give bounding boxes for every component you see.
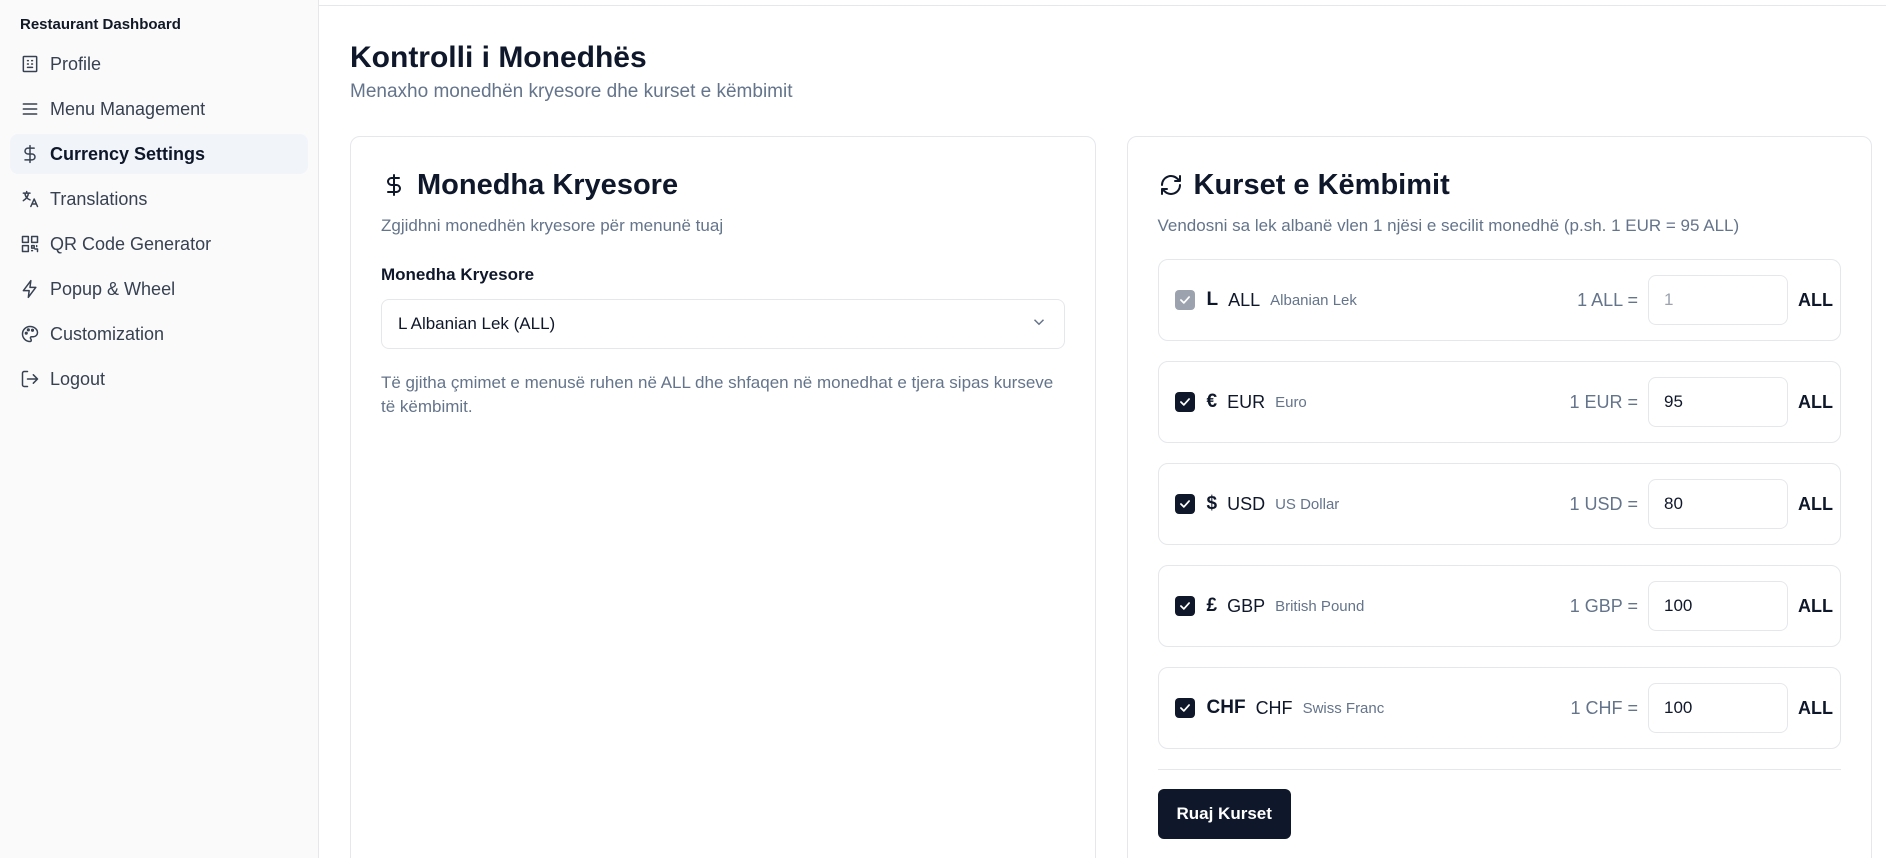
sidebar-item-label: QR Code Generator	[50, 233, 212, 254]
chevron-down-icon	[1030, 313, 1048, 336]
languages-icon	[20, 189, 40, 209]
currency-symbol: L	[1206, 289, 1219, 310]
menu-icon	[20, 99, 40, 119]
page-title: Kontrolli i Monedhës	[350, 41, 647, 74]
currency-symbol: £	[1206, 595, 1218, 616]
sidebar-item-currency-settings[interactable]: Currency Settings	[10, 134, 308, 174]
select-value: L Albanian Lek (ALL)	[398, 314, 556, 333]
currency-code: ALL	[1228, 289, 1261, 310]
check-icon	[1179, 500, 1190, 508]
currency-code: USD	[1227, 493, 1266, 514]
sidebar-item-translations[interactable]: Translations	[10, 179, 308, 219]
sidebar-item-label: Menu Management	[50, 98, 206, 119]
sidebar-item-popup-wheel[interactable]: Popup & Wheel	[10, 269, 308, 309]
currency-name: Euro	[1275, 393, 1307, 411]
sidebar-item-label: Currency Settings	[50, 143, 206, 164]
primary-currency-card: Monedha Kryesore Zgjidhni monedhën kryes…	[350, 136, 1096, 858]
card-title-text: Monedha Kryesore	[417, 168, 679, 201]
dollar-icon	[381, 172, 407, 198]
rate-equation: 1 GBP =	[1569, 595, 1638, 616]
currency-code: CHF	[1255, 697, 1293, 718]
check-icon	[1179, 602, 1190, 610]
currency-checkbox[interactable]	[1174, 392, 1195, 412]
rate-row-all: L ALL Albanian Lek 1 ALL = ALL	[1157, 259, 1841, 341]
rate-equation: 1 ALL =	[1577, 289, 1638, 310]
rate-input[interactable]	[1648, 683, 1788, 733]
building-icon	[20, 54, 40, 74]
card-title: Kurset e Këmbimit	[1158, 167, 1842, 203]
sidebar: Restaurant Dashboard Profile Menu Manage…	[0, 0, 319, 858]
rate-row-chf: CHF CHF Swiss Franc 1 CHF = ALL	[1157, 667, 1841, 749]
sidebar-item-customization[interactable]: Customization	[10, 314, 308, 354]
rate-equation: 1 CHF =	[1570, 697, 1638, 718]
rate-row-eur: € EUR Euro 1 EUR = ALL	[1157, 361, 1841, 443]
sidebar-item-logout[interactable]: Logout	[10, 359, 308, 399]
rate-row-gbp: £ GBP British Pound 1 GBP = ALL	[1157, 565, 1841, 647]
check-icon	[1179, 704, 1190, 712]
rate-unit: ALL	[1798, 391, 1833, 412]
rate-input[interactable]	[1648, 479, 1788, 529]
currency-checkbox[interactable]	[1174, 494, 1195, 514]
page-header: Kontrolli i Monedhës Menaxho monedhën kr…	[319, 6, 1886, 104]
rate-unit: ALL	[1798, 493, 1833, 514]
rate-unit: ALL	[1798, 697, 1833, 718]
sidebar-item-qr-code-generator[interactable]: QR Code Generator	[10, 224, 308, 264]
sidebar-item-profile[interactable]: Profile	[10, 44, 308, 84]
currency-name: US Dollar	[1275, 495, 1340, 513]
sidebar-item-label: Customization	[50, 323, 165, 344]
currency-checkbox[interactable]	[1174, 290, 1195, 310]
save-rates-button[interactable]: Ruaj Kurset	[1157, 789, 1291, 839]
palette-icon	[20, 324, 40, 344]
main-content: Kontrolli i Monedhës Menaxho monedhën kr…	[319, 0, 1886, 858]
primary-hint: Të gjitha çmimet e menusë ruhen në ALL d…	[381, 373, 1054, 416]
sidebar-item-label: Popup & Wheel	[50, 278, 176, 299]
card-title: Monedha Kryesore	[381, 167, 1065, 203]
check-icon	[1179, 398, 1190, 406]
currency-code: GBP	[1227, 595, 1266, 616]
sidebar-item-label: Profile	[50, 53, 102, 74]
qr-code-icon	[20, 234, 40, 254]
currency-name: British Pound	[1275, 597, 1365, 615]
refresh-icon	[1158, 172, 1184, 198]
currency-name: Albanian Lek	[1270, 291, 1357, 309]
currency-code: EUR	[1227, 391, 1266, 412]
card-description: Zgjidhni monedhën kryesore për menunë tu…	[381, 216, 724, 235]
currency-symbol: CHF	[1206, 697, 1246, 718]
primary-currency-select[interactable]: L Albanian Lek (ALL)	[381, 299, 1065, 349]
divider	[1157, 769, 1841, 770]
brand-title: Restaurant Dashboard	[20, 16, 181, 33]
rate-row-usd: $ USD US Dollar 1 USD = ALL	[1157, 463, 1841, 545]
logout-icon	[20, 369, 40, 389]
sidebar-item-label: Logout	[50, 368, 106, 389]
rate-input[interactable]	[1648, 377, 1788, 427]
rate-input[interactable]	[1648, 275, 1788, 325]
page-subtitle: Menaxho monedhën kryesore dhe kurset e k…	[350, 81, 793, 102]
rate-unit: ALL	[1798, 595, 1833, 616]
currency-checkbox[interactable]	[1174, 698, 1195, 718]
rate-unit: ALL	[1798, 289, 1833, 310]
sidebar-item-menu-management[interactable]: Menu Management	[10, 89, 308, 129]
rate-input[interactable]	[1648, 581, 1788, 631]
check-icon	[1179, 296, 1190, 304]
primary-currency-label: Monedha Kryesore	[381, 265, 535, 284]
sidebar-nav: Profile Menu Management Currency Setting…	[10, 44, 308, 399]
zap-icon	[20, 279, 40, 299]
rate-equation: 1 EUR =	[1569, 391, 1638, 412]
currency-name: Swiss Franc	[1302, 699, 1385, 717]
card-description: Vendosni sa lek albanë vlen 1 njësi e se…	[1157, 216, 1740, 235]
dollar-icon	[20, 144, 40, 164]
rate-equation: 1 USD =	[1569, 493, 1638, 514]
currency-symbol: $	[1206, 493, 1218, 514]
currency-checkbox[interactable]	[1174, 596, 1195, 616]
currency-symbol: €	[1206, 391, 1218, 412]
sidebar-item-label: Translations	[50, 188, 148, 209]
cards-row: Monedha Kryesore Zgjidhni monedhën kryes…	[350, 136, 1872, 858]
exchange-rates-card: Kurset e Këmbimit Vendosni sa lek albanë…	[1126, 136, 1872, 858]
card-title-text: Kurset e Këmbimit	[1193, 168, 1450, 201]
rates-list: L ALL Albanian Lek 1 ALL = ALL € EUR	[1157, 259, 1841, 749]
